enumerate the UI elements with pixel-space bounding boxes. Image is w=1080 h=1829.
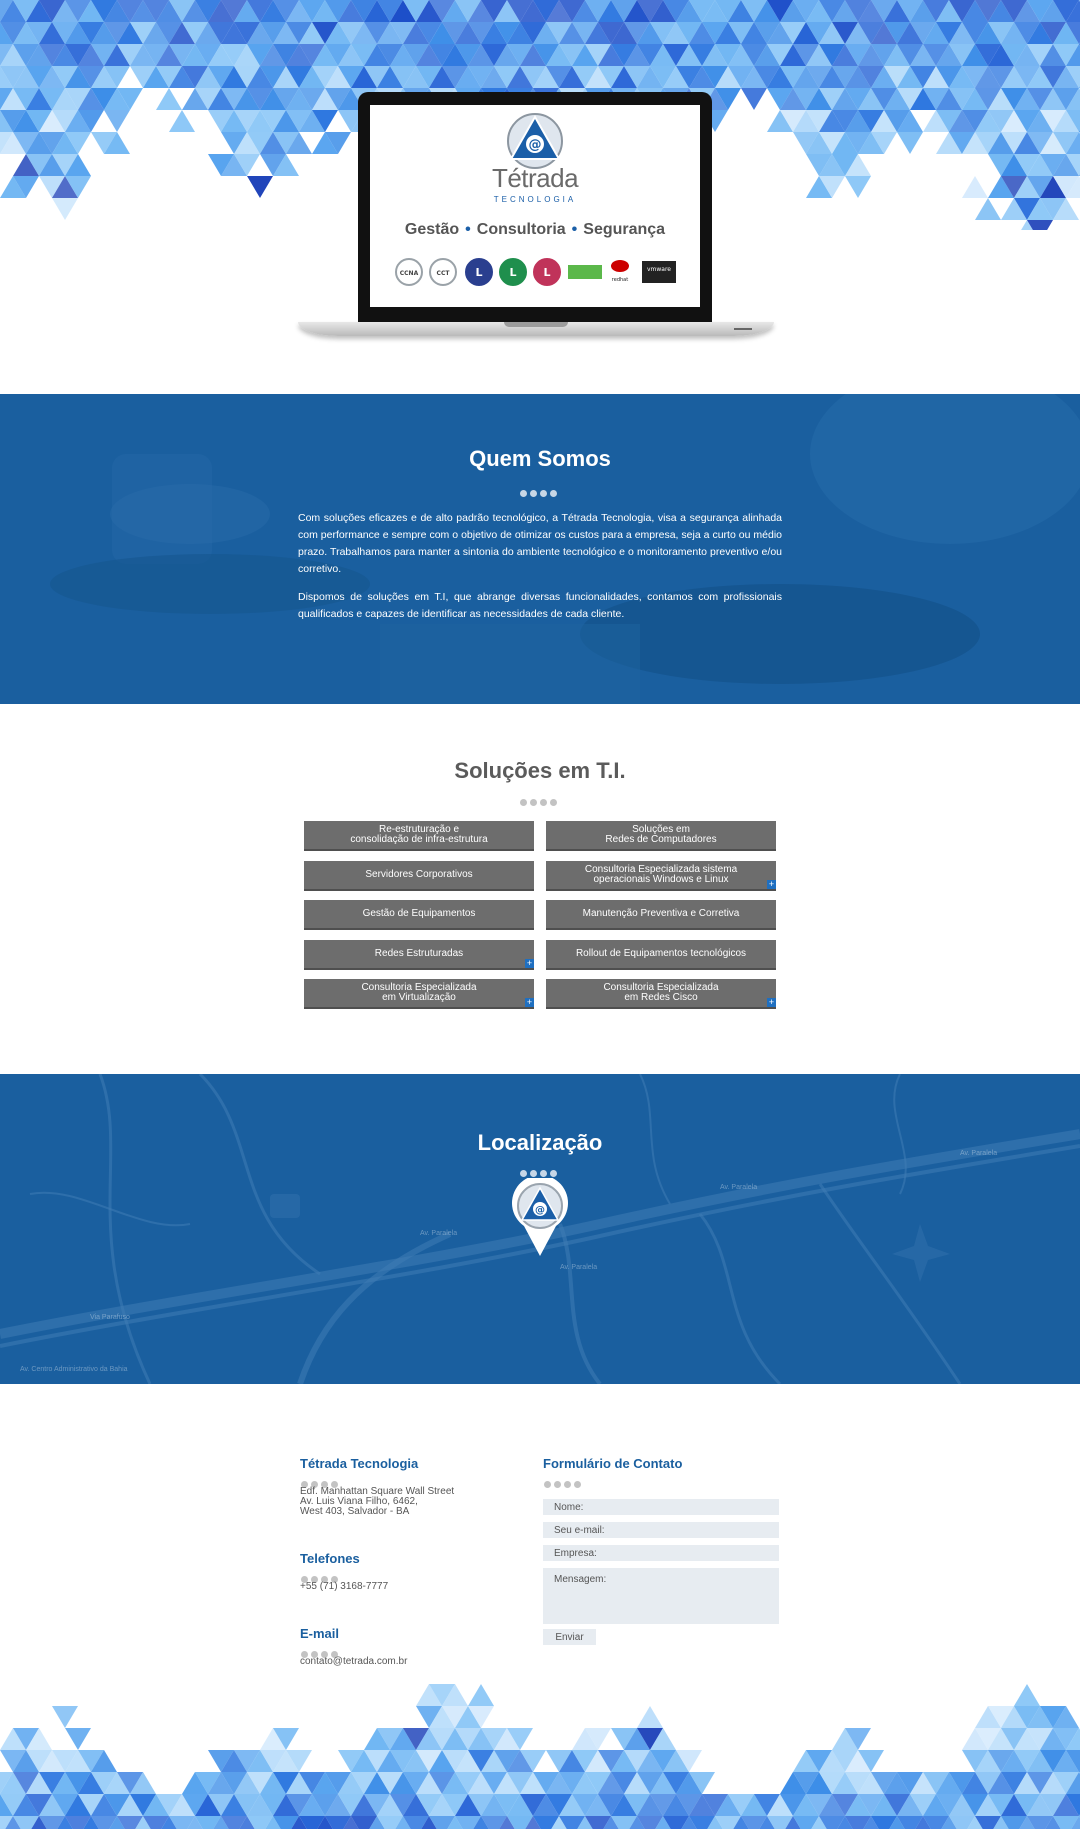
tagline-item: Segurança <box>583 221 666 238</box>
message-field[interactable] <box>543 1568 779 1624</box>
contact-form-heading: Formulário de Contato <box>543 1456 683 1471</box>
email-address[interactable]: contato@tetrada.com.br <box>300 1657 407 1667</box>
company-field[interactable] <box>543 1545 779 1561</box>
certification-badge-icon: CCNA <box>395 258 423 286</box>
tagline-item: Gestão <box>404 221 460 238</box>
location-title: Localização <box>477 1130 603 1155</box>
company-address: Edf. Manhattan Square Wall Street Av. Lu… <box>300 1486 455 1517</box>
svg-text:CCT: CCT <box>437 270 451 277</box>
solution-button-label: Servidores Corporativos <box>365 868 473 880</box>
laptop-screen: @ Tétrada TECNOLOGIA Gestão • Consultoria •… <box>358 92 712 324</box>
solution-button-label: Rollout de Equipamentos tecnológicos <box>575 947 747 959</box>
map-street-label: Av. Paralela <box>560 1264 598 1271</box>
svg-text:L: L <box>543 266 550 279</box>
map-street-label: Via Parafuso <box>90 1314 130 1321</box>
solution-button[interactable]: Consultoria Especializada em Virtualizaçã… <box>304 979 534 1007</box>
svg-text:L: L <box>509 266 516 279</box>
expand-plus-icon[interactable]: + <box>525 998 534 1007</box>
expand-plus-icon[interactable]: + <box>767 998 776 1007</box>
location-title-dots <box>520 1164 560 1177</box>
solutions-title-dots <box>520 793 560 806</box>
certification-badge-icon: L <box>465 258 493 286</box>
map-street-label: Av. Paralela <box>720 1184 758 1191</box>
email-heading-dots <box>301 1645 341 1658</box>
screen-brand-name: Tétrada <box>491 163 579 193</box>
solution-button-label: Soluções em Redes de Computadores <box>605 824 717 845</box>
certification-badge-icon <box>568 265 602 279</box>
solution-button[interactable]: Soluções em Redes de Computadores <box>546 821 776 849</box>
hero-section: @ Tétrada TECNOLOGIA Gestão • Consultoria •… <box>0 0 1080 394</box>
tagline-separator: • <box>571 221 578 238</box>
solution-button[interactable]: Manutenção Preventiva e Corretiva <box>546 900 776 928</box>
solution-button-label: Consultoria Especializada em Redes Cisco <box>603 982 719 1003</box>
laptop-display: @ Tétrada TECNOLOGIA Gestão • Consultoria •… <box>370 105 700 307</box>
solution-button[interactable]: Re-estruturação e consolidação de infra-e… <box>304 821 534 849</box>
laptop-notch <box>504 322 568 327</box>
email-heading: E-mail <box>300 1626 340 1641</box>
tagline-item: Consultoria <box>476 221 566 238</box>
solution-button[interactable]: Consultoria Especializada sistema operaci… <box>546 860 776 889</box>
solution-button-label: Redes Estruturadas <box>374 947 464 959</box>
solution-button-label: Manutenção Preventiva e Corretiva <box>582 908 740 919</box>
certification-badge-icon: L <box>499 258 527 286</box>
phones-heading-dots <box>301 1570 341 1583</box>
solutions-title: Soluções em T.I. <box>454 758 626 783</box>
svg-text:vmware: vmware <box>647 266 671 273</box>
certification-badge-icon: redhat <box>611 260 629 283</box>
about-section: Quem Somos Com soluções eficazes e de al… <box>0 394 1080 704</box>
solution-button[interactable]: Gestão de Equipamentos <box>304 900 534 928</box>
screen-brand-subtitle: TECNOLOGIA <box>493 195 577 204</box>
solution-button[interactable]: Servidores Corporativos <box>304 860 534 889</box>
footer-triangle-pattern <box>0 1684 1080 1829</box>
certification-badge-icon: vmware <box>642 261 676 283</box>
contact-section: Tétrada Tecnologia Edf. Manhattan Square… <box>0 1384 1080 1684</box>
solutions-section: Soluções em T.I. Re-estruturação e consol… <box>0 704 1080 1074</box>
solution-button[interactable]: Redes Estruturadas + <box>304 939 534 968</box>
solution-button-label: Consultoria Especializada sistema operaci… <box>584 863 738 885</box>
screen-tagline: Gestão • Consultoria • Segurança <box>370 221 700 239</box>
expand-plus-icon[interactable]: + <box>767 879 776 889</box>
about-title-dots <box>520 484 560 497</box>
certification-badge-icon: CCT <box>429 258 457 286</box>
send-button[interactable]: Enviar <box>543 1629 596 1645</box>
contact-form-heading-dots <box>544 1475 584 1488</box>
location-section: Av. Paralela Av. Paralela Av. Paralela V… <box>0 1074 1080 1384</box>
certification-badges: CCNA CCT L L Lredhat vmware <box>395 258 676 286</box>
about-paragraph: Com soluções eficazes e de alto padrão t… <box>298 512 782 575</box>
solution-button[interactable]: Consultoria Especializada em Redes Cisco + <box>546 979 776 1007</box>
map-street-label: Av. Centro Administrativo da Bahia <box>20 1366 128 1373</box>
solution-button-label: Gestão de Equipamentos <box>362 908 476 919</box>
svg-text:L: L <box>475 266 482 279</box>
map-street-label: Av. Paralela <box>420 1230 458 1237</box>
svg-text:redhat: redhat <box>612 277 628 283</box>
svg-text:@: @ <box>535 1205 545 1216</box>
phones-heading: Telefones <box>300 1551 360 1566</box>
svg-text:@: @ <box>529 138 542 153</box>
phone-number: +55 (71) 3168-7777 <box>300 1581 389 1592</box>
map-pin-icon[interactable]: @ <box>510 1178 570 1258</box>
solution-button-label: Consultoria Especializada em Virtualizaçã… <box>361 982 477 1003</box>
email-field[interactable] <box>543 1522 779 1538</box>
laptop-mockup: @ Tétrada TECNOLOGIA Gestão • Consultoria •… <box>298 92 774 348</box>
laptop-foot <box>734 328 752 330</box>
solution-button[interactable]: Rollout de Equipamentos tecnológicos <box>546 939 776 968</box>
certification-badge-icon: L <box>533 258 561 286</box>
company-heading: Tétrada Tecnologia <box>300 1456 419 1471</box>
company-heading-dots <box>301 1475 341 1488</box>
name-field[interactable] <box>543 1499 779 1515</box>
about-paragraph: Dispomos de soluções em T.I, que abrange… <box>298 591 782 620</box>
about-title: Quem Somos <box>469 446 611 471</box>
tagline-separator: • <box>465 221 471 238</box>
svg-text:CCNA: CCNA <box>400 270 419 277</box>
solution-button-label: Re-estruturação e consolidação de infra-e… <box>350 824 488 845</box>
expand-plus-icon[interactable]: + <box>525 958 534 968</box>
